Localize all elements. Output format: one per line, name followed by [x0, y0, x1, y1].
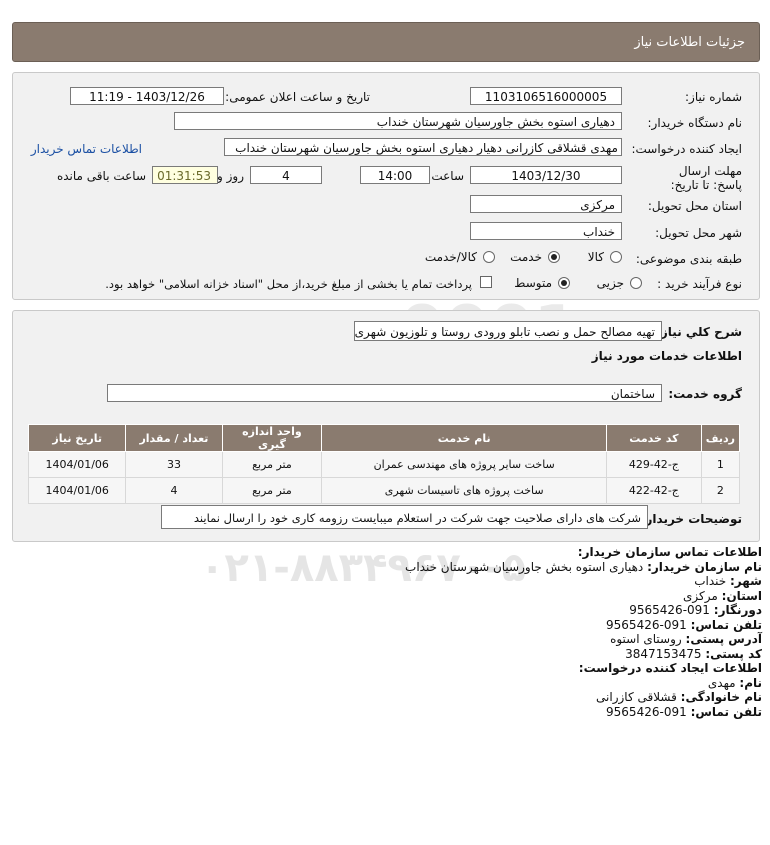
creator-label: ایجاد کننده درخواست: — [631, 142, 742, 156]
days-label: روز و — [217, 169, 244, 183]
table-row: 2 ج-42-422 ساخت پروژه های تاسیسات شهری م… — [27, 477, 741, 504]
treasury-payment-note: پرداخت تمام یا بخشی از مبلغ خرید،از محل … — [105, 277, 472, 291]
need-number-label: شماره نیاز: — [685, 90, 742, 104]
buyer-org-field: دهیاری استوه بخش جاورسیان شهرستان خنداب — [174, 112, 622, 130]
col-row-header: ردیف — [700, 424, 741, 452]
contact-city-value: خنداب — [694, 574, 727, 588]
creator-phone-value: 091-9565426 — [606, 704, 687, 719]
cell-unit: متر مربع — [221, 477, 323, 504]
category-both-label: کالا/خدمت — [424, 250, 477, 264]
category-goods-label: کالا — [587, 250, 604, 264]
category-option-goods[interactable]: کالا — [588, 250, 622, 264]
buyer-contact-link[interactable]: اطلاعات تماس خریدار — [31, 142, 142, 156]
creator-contact-heading: اطلاعات ایجاد کننده درخواست: — [578, 661, 762, 675]
cell-quantity: 33 — [125, 451, 223, 478]
contact-province-value: مرکزی — [683, 588, 718, 603]
phone-value: 091-9565426 — [606, 617, 687, 632]
announce-datetime-field: 1403/12/26 - 11:19 — [70, 87, 224, 105]
category-goods-radio[interactable] — [610, 251, 622, 263]
remaining-timer: 01:31:53 — [152, 166, 218, 184]
deadline-label: مهلت ارسال پاسخ: تا تاریخ: — [670, 164, 742, 192]
cell-row-number: 1 — [700, 451, 741, 478]
creator-field: مهدی قشلاقی کازرانی دهیار دهیاری استوه ب… — [224, 138, 622, 156]
cell-service-code: ج-42-429 — [605, 451, 702, 478]
process-option-minor[interactable]: جزیی — [597, 276, 642, 290]
summary-label: شرح کلي نياز: — [656, 325, 742, 339]
org-contact-heading: اطلاعات تماس سازمان خریدار: — [577, 545, 762, 559]
service-group-label: گروه خدمت: — [668, 387, 742, 401]
deadline-date-field: 1403/12/30 — [470, 166, 622, 184]
contact-province-label: استان: — [721, 588, 762, 603]
table-row: 1 ج-42-429 ساخت سایر پروژه های مهندسی عم… — [27, 451, 741, 478]
creator-phone-label: تلفن تماس: — [690, 704, 762, 719]
cell-service-name: ساخت سایر پروژه های مهندسی عمران — [321, 451, 607, 478]
category-service-radio[interactable] — [548, 251, 560, 263]
category-service-label: خدمت — [510, 250, 542, 264]
col-name-header: نام خدمت — [321, 424, 607, 452]
process-minor-label: جزیی — [596, 276, 624, 290]
buyer-notes-label: توضیحات خریدار: — [640, 512, 742, 526]
category-label: طبقه بندی موضوعی: — [635, 252, 742, 266]
col-qty-header: تعداد / مقدار — [125, 424, 223, 452]
cell-unit: متر مربع — [221, 451, 323, 478]
fax-label: دورنگار: — [713, 603, 762, 617]
services-table: ردیف کد خدمت نام خدمت واحد اندازه گیری ت… — [27, 424, 741, 504]
summary-field: تهیه مصالح حمل و نصب تابلو ورودی روستا و… — [354, 321, 662, 341]
remaining-label: ساعت باقی مانده — [56, 169, 146, 183]
page-header: جزئیات اطلاعات نیاز — [12, 22, 760, 62]
category-both-radio[interactable] — [483, 251, 495, 263]
buyer-org-label: نام دستگاه خریدار: — [647, 116, 743, 130]
category-option-service[interactable]: خدمت — [510, 250, 560, 264]
province-field: مرکزی — [470, 195, 622, 213]
last-name-value: قشلاقی کازرانی — [596, 690, 677, 704]
category-option-both[interactable]: کالا/خدمت — [425, 250, 495, 264]
page-title: جزئیات اطلاعات نیاز — [634, 35, 745, 50]
first-name-label: نام: — [739, 675, 762, 690]
postal-code-value: 3847153475 — [625, 646, 702, 661]
announce-label: تاریخ و ساعت اعلان عمومی: — [225, 90, 370, 104]
services-heading: اطلاعات خدمات مورد نیاز — [591, 349, 742, 363]
city-label: شهر محل تحویل: — [655, 226, 742, 240]
days-remaining-field: 4 — [250, 166, 322, 184]
first-name-value: مهدی — [707, 675, 736, 690]
fax-value: 091-9565426 — [629, 603, 710, 617]
last-name-label: نام خانوادگی: — [680, 690, 762, 704]
address-label: آدرس پستی: — [685, 632, 762, 646]
deadline-time-label: ساعت — [431, 169, 464, 183]
col-date-header: تاریخ نیاز — [27, 424, 127, 452]
org-name-label: نام سازمان خریدار: — [647, 559, 762, 574]
cell-service-code: ج-42-422 — [605, 477, 702, 504]
cell-need-date: 1404/01/06 — [27, 451, 127, 478]
process-medium-label: متوسط — [514, 276, 552, 290]
province-label: استان محل تحویل: — [647, 199, 742, 213]
phone-label: تلفن تماس: — [690, 617, 762, 632]
city-field: خنداب — [470, 222, 622, 240]
service-group-field: ساختمان — [107, 384, 662, 402]
contact-city-label: شهر: — [730, 574, 762, 588]
deadline-time-field: 14:00 — [360, 166, 430, 184]
org-name-value: دهیاری استوه بخش جاورسیان شهرستان خنداب — [405, 559, 644, 574]
postal-code-label: کد پستی: — [705, 646, 762, 661]
table-header-row: ردیف کد خدمت نام خدمت واحد اندازه گیری ت… — [27, 424, 741, 452]
cell-service-name: ساخت پروژه های تاسیسات شهری — [321, 477, 607, 504]
contact-info: اطلاعات تماس سازمان خریدار: نام سازمان خ… — [405, 545, 762, 719]
need-number-field: 1103106516000005 — [470, 87, 622, 105]
cell-row-number: 2 — [700, 477, 741, 504]
process-minor-radio[interactable] — [630, 277, 642, 289]
buyer-notes-field: شرکت های دارای صلاحیت جهت شرکت در استعلا… — [161, 505, 648, 529]
process-medium-radio[interactable] — [558, 277, 570, 289]
col-code-header: کد خدمت — [605, 424, 702, 452]
address-value: روستای استوه — [610, 632, 682, 646]
cell-need-date: 1404/01/06 — [27, 477, 127, 504]
col-unit-header: واحد اندازه گیری — [221, 424, 323, 452]
cell-quantity: 4 — [125, 477, 223, 504]
process-option-medium[interactable]: متوسط — [514, 276, 570, 290]
treasury-payment-checkbox[interactable] — [480, 276, 492, 288]
process-label: نوع فرآیند خرید : — [657, 277, 742, 291]
